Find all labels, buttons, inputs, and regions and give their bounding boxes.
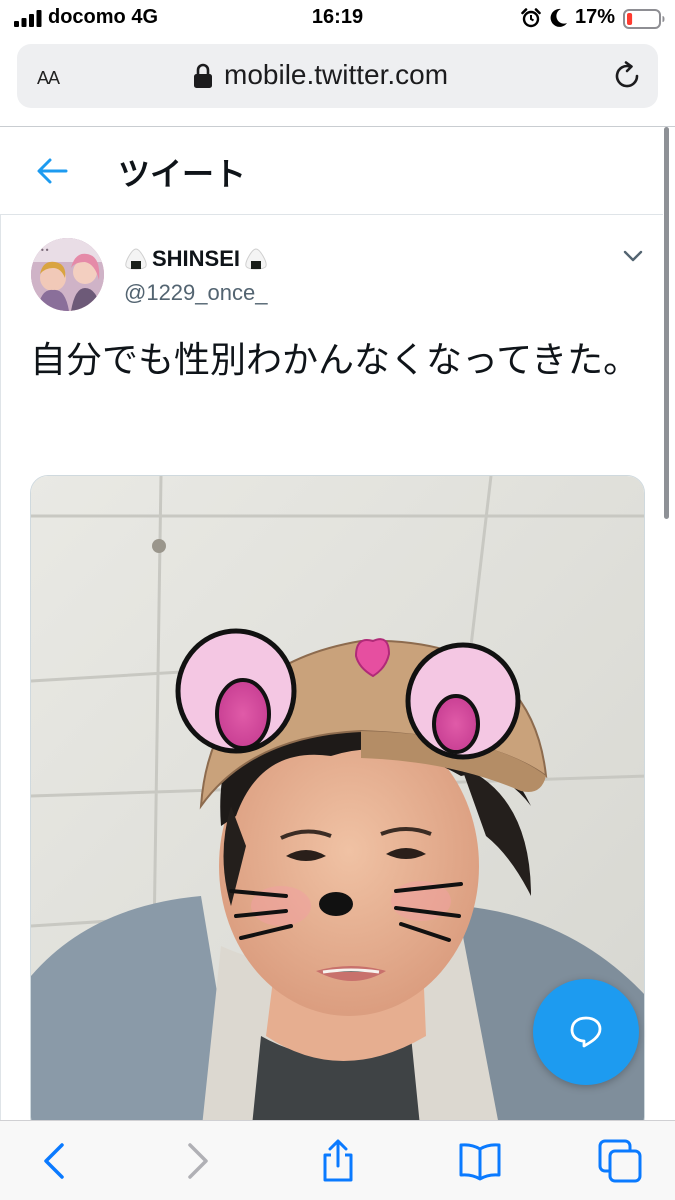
battery-percent: 17% (575, 6, 616, 28)
back-arrow-icon[interactable] (36, 157, 68, 185)
page-title: ツイート (118, 156, 247, 192)
reload-icon[interactable] (611, 60, 643, 92)
svg-text:••: •• (40, 246, 49, 255)
address-bar[interactable]: AA mobile.twitter.com (17, 44, 658, 108)
bookmarks-button[interactable] (458, 1139, 502, 1183)
display-name[interactable]: SHINSEI (124, 246, 268, 272)
compose-tweet-button[interactable] (533, 979, 639, 1085)
compose-tweet-icon (570, 1016, 602, 1048)
avatar-image: •• (31, 238, 104, 311)
user-handle[interactable]: @1229_once_ (124, 280, 267, 306)
safari-toolbar (0, 1120, 675, 1200)
text-size-label: AA (37, 68, 60, 88)
timeline-border (0, 215, 1, 1120)
share-button[interactable] (316, 1139, 360, 1183)
display-name-label: SHINSEI (152, 246, 241, 271)
battery-icon (623, 9, 665, 29)
lock-icon (194, 63, 212, 88)
forward-icon (188, 1143, 208, 1179)
alarm-icon (521, 8, 541, 28)
text-size-button[interactable]: AA (37, 62, 60, 91)
forward-button[interactable] (176, 1139, 220, 1183)
tabs-button[interactable] (598, 1139, 642, 1183)
header-divider (0, 214, 663, 215)
back-icon (44, 1143, 64, 1179)
tabs-icon (598, 1139, 642, 1183)
bookmarks-icon (459, 1143, 501, 1181)
caret-down-icon[interactable] (622, 248, 644, 264)
tweet-page-header: ツイート (0, 127, 663, 215)
avatar[interactable]: •• (31, 238, 104, 311)
status-time: 16:19 (311, 6, 364, 28)
status-bar: docomo 4G 16:19 17% (0, 0, 675, 38)
onigiri-emoji-icon (245, 248, 267, 270)
tweet-text: 自分でも性別わかんなくなってきた。 (30, 339, 640, 380)
moon-icon (550, 8, 567, 27)
url-field[interactable]: mobile.twitter.com (224, 59, 448, 91)
back-button[interactable] (34, 1139, 78, 1183)
scrollbar[interactable] (664, 127, 669, 519)
onigiri-emoji-icon (125, 248, 147, 270)
share-icon (323, 1139, 353, 1182)
